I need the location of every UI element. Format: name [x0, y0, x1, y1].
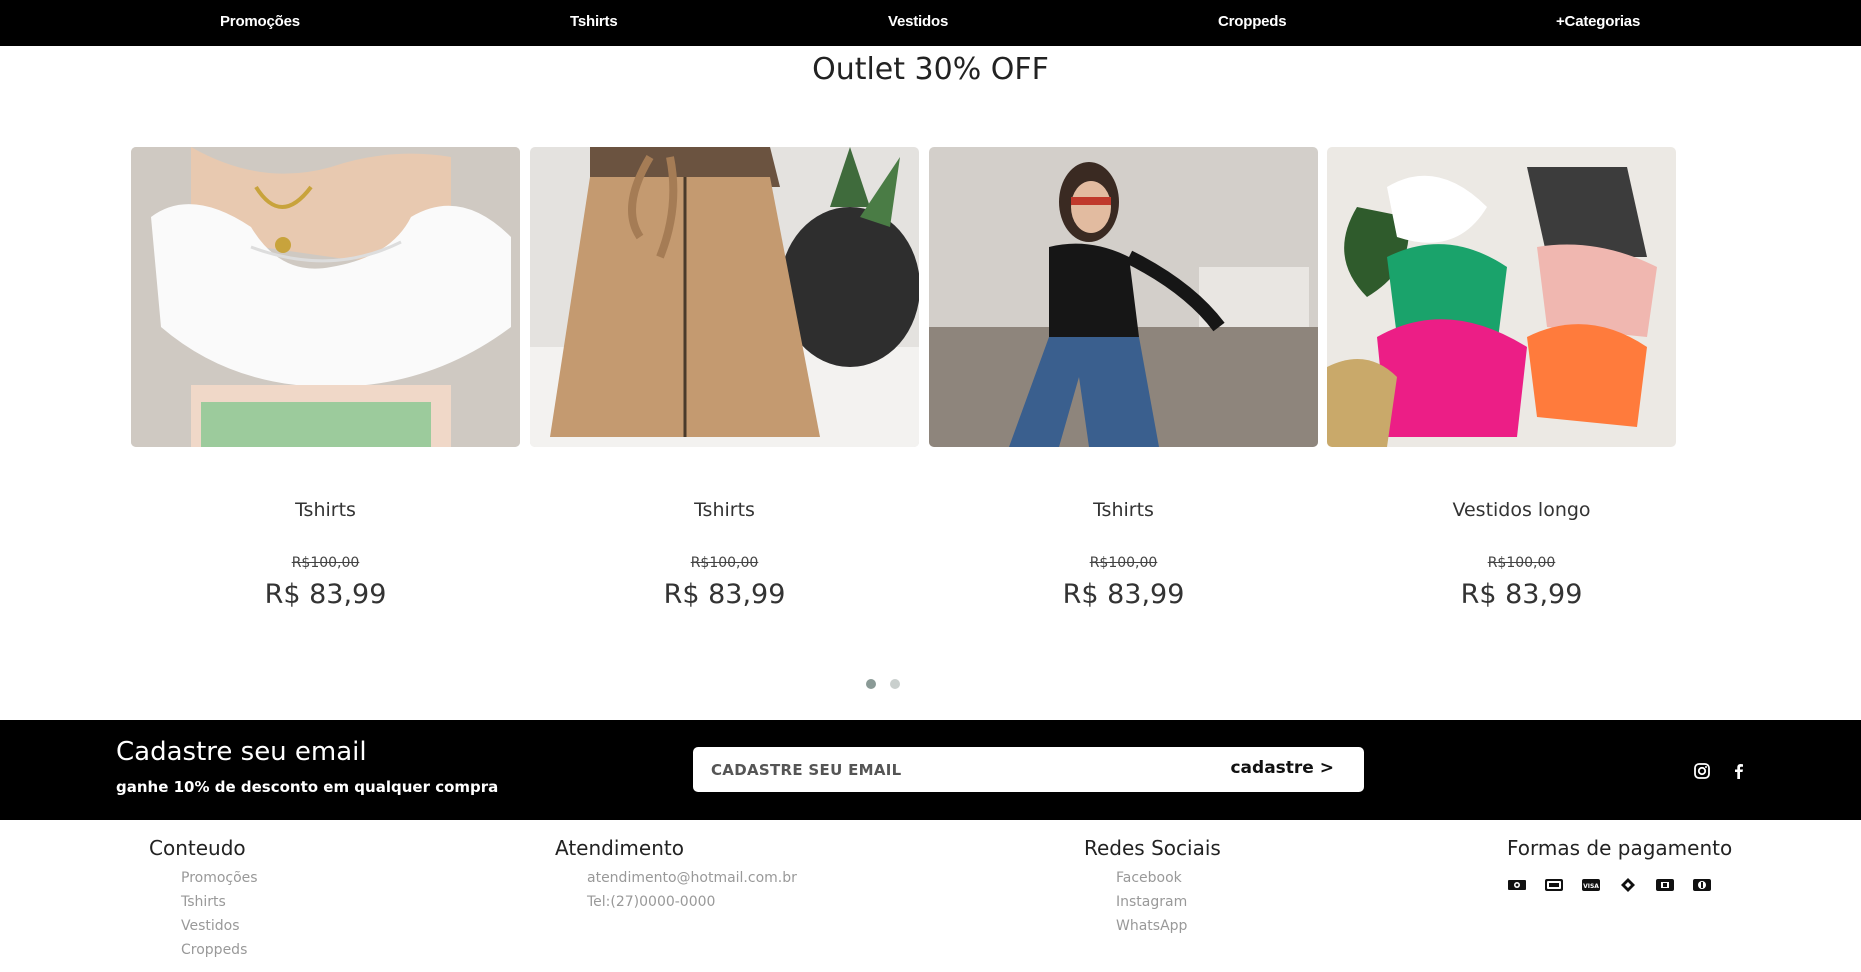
- footer-heading: Atendimento: [555, 836, 684, 860]
- product-old-price: R$100,00: [690, 555, 759, 571]
- product-card[interactable]: Tshirts R$100,00 R$ 83,99: [131, 147, 520, 610]
- email-input[interactable]: [711, 757, 1211, 783]
- product-price: R$ 83,99: [264, 579, 387, 610]
- footer-col-conteudo: Conteudo Promoções Tshirts Vestidos Crop…: [149, 836, 258, 958]
- amex-icon: [1655, 877, 1675, 891]
- section-title: Outlet 30% OFF: [812, 52, 1049, 87]
- facebook-icon[interactable]: [1730, 762, 1748, 780]
- signup-button[interactable]: cadastre >: [1230, 758, 1334, 778]
- footer-col-pagamento: Formas de pagamento: [1507, 836, 1732, 860]
- cash-icon: [1507, 877, 1527, 891]
- product-old-price: R$100,00: [1487, 555, 1556, 571]
- instagram-icon[interactable]: [1693, 762, 1711, 780]
- footer-email-link[interactable]: atendimento@hotmail.com.br: [587, 870, 797, 886]
- product-card[interactable]: Vestidos longo R$100,00 R$ 83,99: [1327, 147, 1716, 610]
- footer-col-atendimento: Atendimento atendimento@hotmail.com.br T…: [555, 836, 797, 910]
- product-name[interactable]: Tshirts: [131, 499, 520, 521]
- product-price: R$ 83,99: [663, 579, 786, 610]
- footer-link[interactable]: WhatsApp: [1116, 918, 1187, 934]
- product-image[interactable]: [131, 147, 520, 447]
- footer-link[interactable]: Promoções: [181, 870, 258, 886]
- product-image[interactable]: [1327, 147, 1676, 447]
- product-name[interactable]: Tshirts: [530, 499, 919, 521]
- footer-heading: Conteudo: [149, 836, 246, 860]
- svg-text:VISA: VISA: [1583, 883, 1599, 890]
- product-old-price: R$100,00: [291, 555, 360, 571]
- pix-icon: [1618, 877, 1638, 892]
- product-card[interactable]: Tshirts R$100,00 R$ 83,99: [929, 147, 1318, 610]
- footer-col-redes: Redes Sociais Facebook Instagram WhatsAp…: [1084, 836, 1221, 934]
- nav-item-croppeds[interactable]: Croppeds: [1218, 13, 1287, 30]
- footer-heading: Formas de pagamento: [1507, 836, 1733, 860]
- nav-item-tshirts[interactable]: Tshirts: [570, 13, 618, 30]
- card-icon: [1544, 877, 1564, 891]
- newsletter-bar: Cadastre seu email ganhe 10% de desconto…: [0, 720, 1861, 820]
- product-old-price: R$100,00: [1089, 555, 1158, 571]
- footer-link[interactable]: Tshirts: [181, 894, 226, 910]
- footer-heading: Redes Sociais: [1084, 836, 1221, 860]
- nav-item-promocoes[interactable]: Promoções: [220, 13, 300, 30]
- carousel-dot-active[interactable]: [866, 679, 876, 689]
- footer-link[interactable]: Vestidos: [181, 918, 240, 934]
- visa-icon: VISA: [1581, 877, 1601, 891]
- product-name[interactable]: Vestidos longo: [1327, 499, 1716, 521]
- product-price: R$ 83,99: [1062, 579, 1185, 610]
- product-image[interactable]: [530, 147, 919, 447]
- carousel-dot[interactable]: [890, 679, 900, 689]
- footer-link[interactable]: Facebook: [1116, 870, 1182, 886]
- product-card[interactable]: Tshirts R$100,00 R$ 83,99: [530, 147, 919, 610]
- nav-item-categorias[interactable]: +Categorias: [1556, 13, 1640, 30]
- newsletter-title: Cadastre seu email: [116, 737, 367, 767]
- footer-phone-link[interactable]: Tel:(27)0000-0000: [587, 894, 715, 910]
- diners-icon: [1692, 877, 1712, 891]
- newsletter-subtitle: ganhe 10% de desconto em qualquer compra: [116, 778, 499, 796]
- footer-link[interactable]: Instagram: [1116, 894, 1187, 910]
- product-name[interactable]: Tshirts: [929, 499, 1318, 521]
- nav-item-vestidos[interactable]: Vestidos: [888, 13, 948, 30]
- newsletter-form: cadastre >: [693, 747, 1364, 792]
- footer-link[interactable]: Croppeds: [181, 942, 247, 958]
- product-price: R$ 83,99: [1460, 579, 1583, 610]
- product-image[interactable]: [929, 147, 1318, 447]
- top-nav: Promoções Tshirts Vestidos Croppeds +Cat…: [0, 0, 1861, 46]
